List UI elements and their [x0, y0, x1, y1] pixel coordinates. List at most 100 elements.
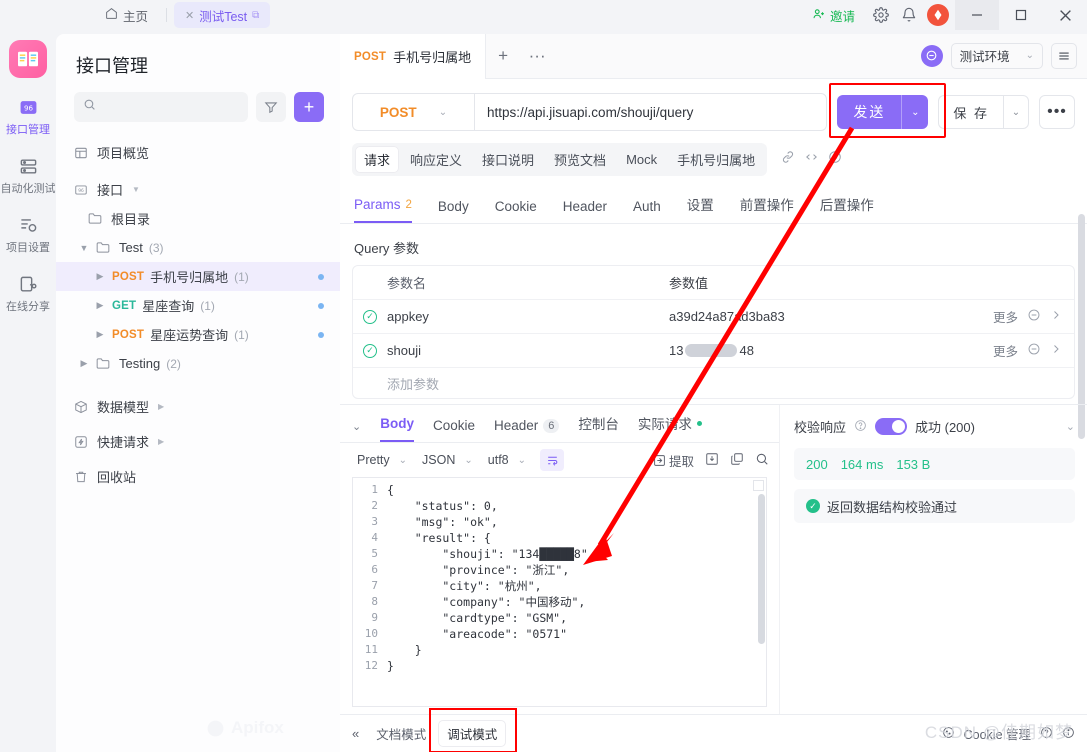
tab-project[interactable]: ✕ 测试Test ⧉: [174, 2, 271, 28]
param-value[interactable]: 13 48: [669, 343, 993, 358]
info-icon[interactable]: [1062, 726, 1075, 742]
tree-item-phone-location[interactable]: ▶ POST 手机号归属地 (1): [56, 262, 340, 291]
tab-pre-operation[interactable]: 前置操作: [740, 194, 794, 223]
window-maximize-button[interactable]: [999, 0, 1043, 30]
tab-actual-request[interactable]: 实际请求: [638, 413, 702, 442]
tab-console[interactable]: 控制台: [578, 413, 619, 442]
app-logo-icon[interactable]: [9, 40, 47, 78]
tree-item-root-folder[interactable]: 根目录: [56, 204, 340, 233]
tree-item-constellation-query[interactable]: ▶ GET 星座查询 (1): [56, 291, 340, 320]
save-button[interactable]: 保 存: [938, 95, 1003, 129]
sidebar-item-data-model[interactable]: 数据模型 ▶: [56, 392, 340, 421]
tab-api-name[interactable]: 手机号归属地: [668, 146, 764, 173]
chevron-down-icon[interactable]: ▼: [132, 185, 140, 194]
gear-icon[interactable]: [867, 0, 895, 30]
sidebar-item-automation-test[interactable]: 自动化测试: [0, 155, 56, 196]
extract-button[interactable]: 提取: [653, 451, 694, 470]
collapse-response-icon[interactable]: ⌄: [352, 420, 361, 442]
chevron-down-icon[interactable]: ⌄: [902, 95, 928, 129]
method-selector[interactable]: POST ⌄: [353, 93, 475, 131]
chevron-down-icon[interactable]: ▼: [78, 243, 90, 253]
tab-post-operation[interactable]: 后置操作: [820, 194, 874, 223]
row-checkbox[interactable]: ✓: [353, 343, 387, 358]
chevron-down-icon[interactable]: ⌄: [1003, 95, 1029, 129]
external-link-icon[interactable]: ⧉: [252, 10, 259, 21]
request-tab-phone-location[interactable]: POST 手机号归属地: [340, 34, 487, 79]
code-icon[interactable]: [804, 150, 819, 169]
chevron-right-icon[interactable]: [1050, 309, 1062, 324]
history-icon[interactable]: [828, 150, 842, 169]
more-label[interactable]: 更多: [993, 307, 1018, 326]
remove-icon[interactable]: [1027, 308, 1041, 325]
window-minimize-button[interactable]: [955, 0, 999, 30]
question-icon[interactable]: [854, 419, 867, 435]
tree-item-api-root[interactable]: 96 接口 ▼: [56, 175, 340, 204]
tree-item-constellation-fortune[interactable]: ▶ POST 星座运势查询 (1): [56, 320, 340, 349]
sidebar-item-recycle-bin[interactable]: 回收站: [56, 462, 340, 491]
tab-mock[interactable]: Mock: [617, 148, 666, 171]
close-icon[interactable]: ✕: [185, 9, 194, 22]
sidebar-item-project-settings[interactable]: 项目设置: [0, 214, 56, 255]
sidebar-item-quick-request[interactable]: 快捷请求 ▶: [56, 427, 340, 456]
remove-icon[interactable]: [1027, 342, 1041, 359]
param-name[interactable]: appkey: [387, 309, 669, 324]
tree-item-testing-folder[interactable]: ▶ Testing (2): [56, 349, 340, 378]
download-icon[interactable]: [705, 452, 719, 469]
format-selector[interactable]: JSON ⌄: [417, 453, 478, 467]
encoding-selector[interactable]: utf8 ⌄: [483, 453, 531, 467]
chevron-right-icon[interactable]: ▶: [94, 271, 106, 282]
bell-icon[interactable]: [895, 0, 923, 30]
environment-selector[interactable]: 测试环境 ⌄: [950, 42, 1043, 69]
tab-settings[interactable]: 设置: [687, 194, 714, 223]
filter-icon[interactable]: [256, 92, 286, 122]
send-button[interactable]: 发送 ⌄: [837, 95, 929, 129]
chevron-right-icon[interactable]: ▶: [78, 358, 90, 369]
new-tab-button[interactable]: +: [486, 33, 520, 78]
response-body-code[interactable]: 1{ 2 "status": 0, 3 "msg": "ok", 4 "resu…: [352, 477, 767, 707]
more-actions-button[interactable]: •••: [1039, 95, 1075, 129]
pretty-selector[interactable]: Pretty ⌄: [352, 453, 412, 467]
tab-api-description[interactable]: 接口说明: [473, 146, 543, 173]
add-button[interactable]: +: [294, 92, 324, 122]
tab-response-header[interactable]: Header 6: [494, 418, 560, 442]
sidebar-item-online-share[interactable]: 在线分享: [0, 273, 56, 314]
more-label[interactable]: 更多: [993, 341, 1018, 360]
copy-icon[interactable]: [730, 452, 744, 469]
param-value[interactable]: a39d24a87ad3ba83: [669, 309, 993, 324]
table-row[interactable]: ✓ shouji 13 48 更多: [353, 334, 1074, 368]
chevron-down-icon[interactable]: ⌄: [1066, 420, 1075, 433]
search-icon[interactable]: [755, 452, 769, 469]
add-param-row[interactable]: 添加参数: [353, 368, 1074, 398]
tab-body[interactable]: Body: [438, 199, 469, 223]
wrap-lines-icon[interactable]: [540, 449, 565, 471]
tab-preview-doc[interactable]: 预览文档: [545, 146, 615, 173]
search-box[interactable]: [74, 92, 248, 122]
validation-toggle[interactable]: [875, 418, 908, 435]
chevron-right-icon[interactable]: [1050, 343, 1062, 358]
tree-item-overview[interactable]: 项目概览: [56, 138, 340, 167]
tab-response-body[interactable]: Body: [380, 416, 414, 442]
tab-response-def[interactable]: 响应定义: [401, 146, 471, 173]
tab-request[interactable]: 请求: [355, 146, 400, 173]
chevron-right-icon[interactable]: ▶: [94, 329, 106, 340]
invite-button[interactable]: 邀请: [812, 6, 855, 25]
tab-auth[interactable]: Auth: [633, 199, 661, 223]
row-checkbox[interactable]: ✓: [353, 309, 387, 324]
tab-params[interactable]: Params 2: [354, 197, 412, 223]
table-row[interactable]: ✓ appkey a39d24a87ad3ba83 更多: [353, 300, 1074, 334]
user-avatar[interactable]: [927, 4, 949, 26]
chevron-right-icon[interactable]: ▶: [158, 402, 164, 411]
param-name[interactable]: shouji: [387, 343, 669, 358]
tab-cookie[interactable]: Cookie: [495, 199, 537, 223]
cookie-manage-label[interactable]: Cookie 管理: [964, 724, 1031, 743]
collapse-left-icon[interactable]: «: [352, 726, 359, 741]
chevron-right-icon[interactable]: ▶: [158, 437, 164, 446]
mode-doc-button[interactable]: 文档模式: [367, 720, 435, 747]
tab-header[interactable]: Header: [563, 199, 607, 223]
tab-more-button[interactable]: ···: [520, 33, 554, 78]
search-input[interactable]: [102, 100, 239, 114]
link-icon[interactable]: [781, 150, 795, 169]
tab-home[interactable]: 主页: [94, 2, 159, 28]
tab-response-cookie[interactable]: Cookie: [433, 418, 475, 442]
url-input[interactable]: [475, 104, 827, 120]
